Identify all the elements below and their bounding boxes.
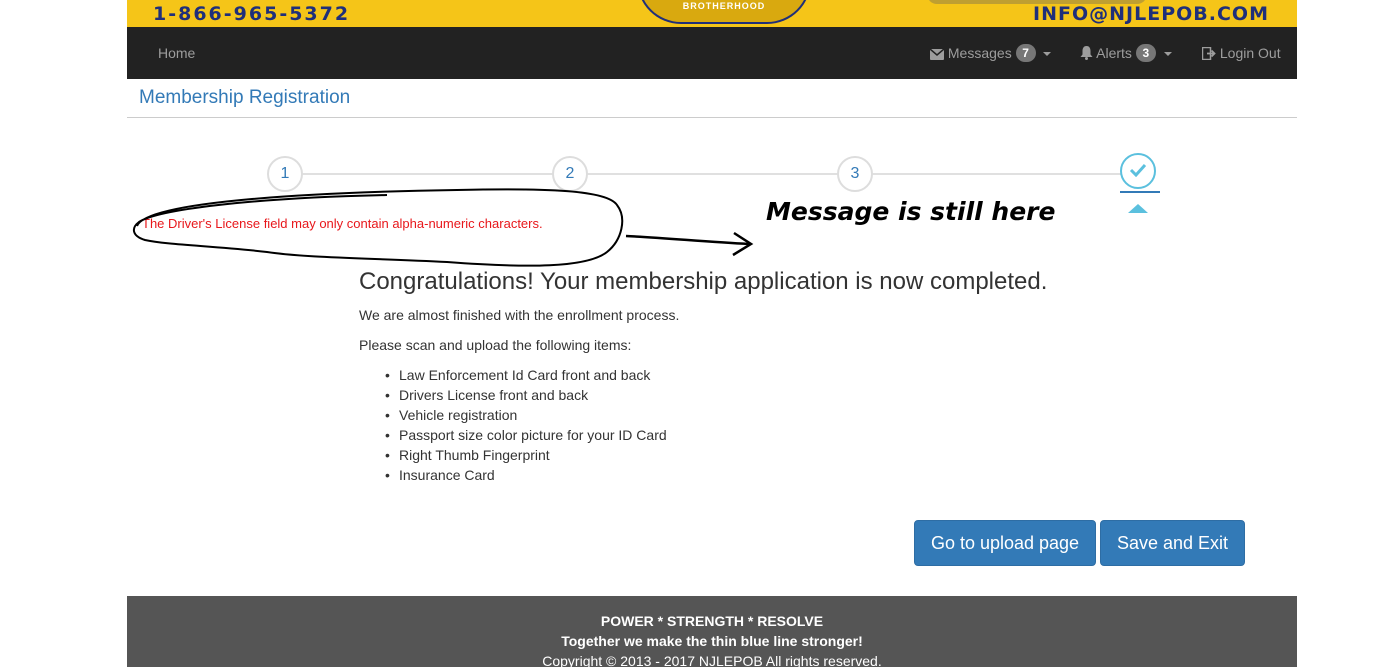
enrollment-status-text: We are almost finished with the enrollme… bbox=[359, 307, 680, 323]
list-item: Right Thumb Fingerprint bbox=[385, 445, 667, 465]
go-to-upload-button[interactable]: Go to upload page bbox=[914, 520, 1096, 566]
list-item: Insurance Card bbox=[385, 465, 667, 485]
list-item: Law Enforcement Id Card front and back bbox=[385, 365, 667, 385]
footer-motto: POWER * STRENGTH * RESOLVE bbox=[600, 613, 824, 629]
annotation-text: Message is still here bbox=[766, 197, 1056, 226]
completion-content: Congratulations! Your membership applica… bbox=[359, 268, 1139, 485]
page-container: 1-866-965-5372 BROTHERHOOD INFO@NJLEPOB.… bbox=[127, 0, 1297, 669]
list-item: Drivers License front and back bbox=[385, 385, 667, 405]
save-and-exit-button[interactable]: Save and Exit bbox=[1100, 520, 1245, 566]
annotation-scribble bbox=[132, 188, 754, 267]
required-items-list: Law Enforcement Id Card front and back D… bbox=[359, 365, 667, 485]
list-item: Passport size color picture for your ID … bbox=[385, 425, 667, 445]
upload-instructions-text: Please scan and upload the following ite… bbox=[359, 337, 632, 353]
footer-tagline: Together we make the thin blue line stro… bbox=[561, 633, 863, 649]
list-item: Vehicle registration bbox=[385, 405, 667, 425]
completion-heading: Congratulations! Your membership applica… bbox=[359, 268, 1048, 295]
page-footer: POWER * STRENGTH * RESOLVE Together we m… bbox=[127, 596, 1297, 669]
